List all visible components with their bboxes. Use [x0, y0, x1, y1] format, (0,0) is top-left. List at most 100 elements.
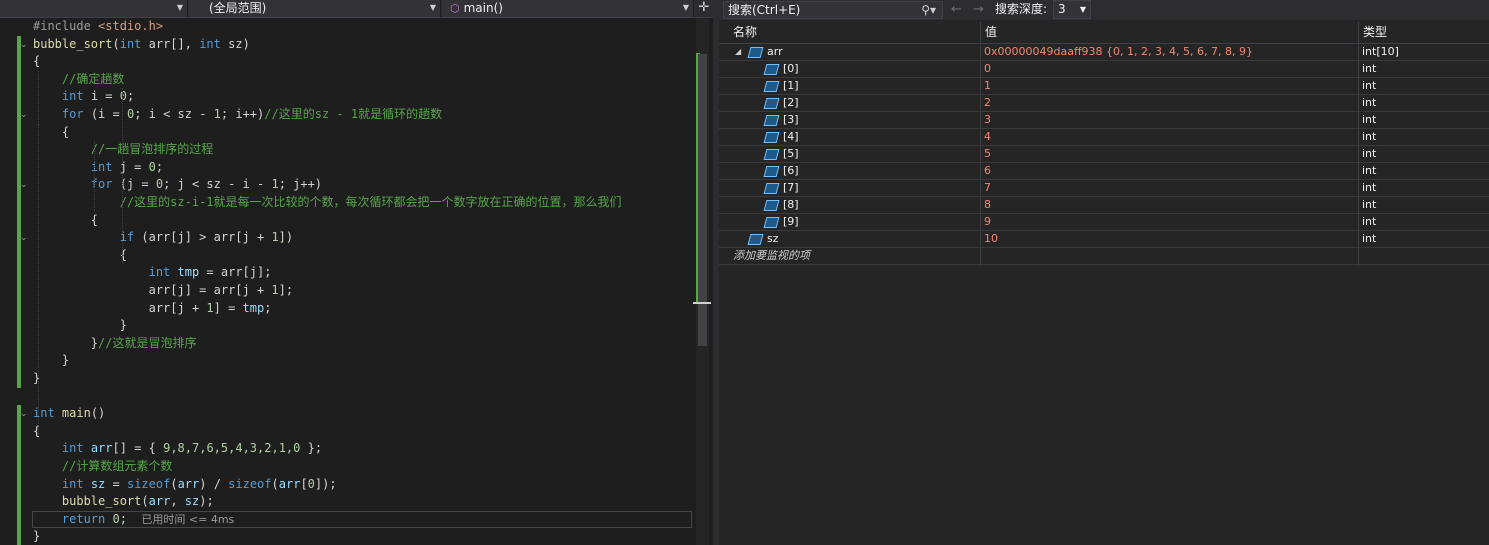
code-line[interactable]: //确定趟数 — [33, 71, 124, 88]
code-line[interactable]: for (j = 0; j < sz - i - 1; j++) — [33, 176, 322, 193]
code-line[interactable]: int tmp = arr[j]; — [33, 264, 272, 281]
watch-row[interactable]: [2] 2 int — [719, 95, 1489, 112]
code-line[interactable]: { — [33, 53, 40, 70]
watch-value[interactable]: 0 — [984, 61, 991, 77]
code-line[interactable]: bubble_sort(int arr[], int sz) — [33, 36, 250, 53]
code-line[interactable]: { — [33, 247, 127, 264]
watch-value[interactable]: 1 — [984, 78, 991, 94]
collapse-icon[interactable]: ⌄ — [20, 409, 30, 419]
code-token: j = — [112, 159, 149, 174]
collapse-icon[interactable]: ⌄ — [20, 40, 30, 50]
watch-row[interactable]: [3] 3 int — [719, 112, 1489, 129]
code-token: ] = — [213, 300, 243, 315]
watch-type: int — [1362, 164, 1377, 177]
code-token: (j = — [112, 177, 156, 192]
code-line[interactable]: if (arr[j] > arr[j + 1]) — [33, 229, 293, 246]
function-dropdown[interactable]: ⬡ main() ▼ — [442, 0, 694, 17]
code-line[interactable]: int sz = sizeof(arr) / sizeof(arr[0]); — [33, 476, 337, 493]
watch-value[interactable]: 2 — [984, 95, 991, 111]
watch-value[interactable]: 5 — [984, 146, 991, 162]
code-token: int — [61, 441, 84, 456]
code-token: ; j < sz - i - — [163, 177, 272, 192]
watch-value[interactable]: 0x00000049daaff938 {0, 1, 2, 3, 4, 5, 6,… — [984, 44, 1253, 60]
watch-toolbar: 搜索(Ctrl+E) ⚲▾ ← → 搜索深度: 3 ▼ — [719, 0, 1489, 20]
watch-row[interactable]: [7] 7 int — [719, 180, 1489, 197]
column-header-value[interactable]: 值 — [985, 22, 997, 43]
split-icon[interactable]: ✛ — [695, 0, 713, 17]
watch-value[interactable]: 9 — [984, 214, 991, 230]
code-token: ( — [271, 476, 279, 491]
code-line[interactable]: int main() — [33, 405, 105, 422]
code-token: <stdio.h> — [98, 19, 164, 33]
arrow-left-icon[interactable]: ← — [951, 1, 962, 18]
editor-vertical-scrollbar[interactable] — [693, 18, 711, 545]
add-watch-row[interactable]: 添加要监视的项 — [719, 248, 1489, 265]
collapse-icon[interactable]: ⌄ — [20, 110, 30, 120]
code-token: 1 — [213, 107, 221, 121]
collapse-icon[interactable]: ⌄ — [20, 180, 30, 190]
code-line[interactable]: } — [33, 317, 127, 334]
code-token: 1 — [271, 230, 279, 245]
code-area[interactable]: #include <stdio.h> bubble_sort(int arr[],… — [33, 18, 693, 545]
code-line[interactable]: } — [33, 370, 40, 387]
variable-icon — [763, 166, 780, 177]
search-icon[interactable]: ⚲▾ — [921, 2, 936, 18]
code-line[interactable]: int j = 0; — [33, 159, 163, 176]
variable-icon — [763, 132, 780, 143]
collapse-icon[interactable]: ⌄ — [20, 233, 30, 243]
watch-value[interactable]: 6 — [984, 163, 991, 179]
code-line[interactable]: #include <stdio.h> — [33, 18, 163, 35]
code-line[interactable]: for (i = 0; i < sz - 1; i++)//这里的sz - 1就… — [33, 106, 442, 123]
watch-value[interactable]: 3 — [984, 112, 991, 128]
column-separator[interactable] — [980, 22, 981, 266]
code-line[interactable]: //一趟冒泡排序的过程 — [33, 141, 213, 158]
search-depth-dropdown[interactable]: 3 ▼ — [1053, 0, 1091, 19]
watch-row[interactable]: [8] 8 int — [719, 197, 1489, 214]
indent-guide — [122, 88, 123, 265]
code-line[interactable]: int i = 0; — [33, 88, 134, 105]
code-line[interactable]: arr[j] = arr[j + 1]; — [33, 282, 294, 299]
watch-value[interactable]: 8 — [984, 197, 991, 213]
code-line[interactable]: { — [33, 212, 98, 229]
watch-value[interactable]: 7 — [984, 180, 991, 196]
column-header-type[interactable]: 类型 — [1363, 22, 1387, 43]
code-token: ( — [170, 476, 178, 491]
watch-row[interactable]: [6] 6 int — [719, 163, 1489, 180]
code-line[interactable]: } — [33, 528, 40, 545]
watch-value[interactable]: 4 — [984, 129, 991, 145]
code-token: { — [33, 54, 41, 69]
arrow-right-icon[interactable]: → — [973, 1, 984, 18]
watch-row[interactable]: sz 10 int — [719, 231, 1489, 248]
project-dropdown[interactable]: ▼ — [0, 0, 188, 17]
column-header-name[interactable]: 名称 — [733, 22, 757, 43]
code-token: { — [33, 212, 99, 227]
code-line[interactable]: { — [33, 423, 40, 440]
code-token: tmp — [177, 265, 200, 280]
watch-row[interactable]: [0] 0 int — [719, 61, 1489, 78]
watch-row[interactable]: [1] 1 int — [719, 78, 1489, 95]
watch-row[interactable]: ◢ arr 0x00000049daaff938 {0, 1, 2, 3, 4, 5… — [719, 44, 1489, 61]
code-line[interactable]: bubble_sort(arr, sz); — [33, 493, 214, 510]
code-token: main — [61, 406, 91, 421]
expand-arrow-icon[interactable]: ◢ — [735, 44, 741, 60]
code-line[interactable]: }//这就是冒泡排序 — [33, 335, 197, 352]
code-token: = arr[j]; — [199, 265, 272, 280]
code-token: ; j++) — [278, 177, 323, 192]
column-separator[interactable] — [1358, 22, 1359, 266]
code-line[interactable]: arr[j + 1] = tmp; — [33, 300, 272, 317]
watch-value[interactable]: 10 — [984, 231, 998, 247]
watch-row[interactable]: [5] 5 int — [719, 146, 1489, 163]
watch-row[interactable]: [4] 4 int — [719, 129, 1489, 146]
code-line[interactable]: //计算数组元素个数 — [33, 458, 172, 475]
code-token: 0 — [148, 159, 156, 174]
scope-dropdown[interactable]: (全局范围) ▼ — [189, 0, 441, 17]
watch-search-input[interactable]: 搜索(Ctrl+E) ⚲▾ — [723, 1, 943, 19]
editor-gutter: ⌄ ⌄ ⌄ ⌄ ⌄ — [0, 18, 32, 545]
code-token: int — [61, 89, 84, 104]
watch-row[interactable]: [9] 9 int — [719, 214, 1489, 231]
code-line[interactable]: int arr[] = { 9,8,7,6,5,4,3,2,1,0 }; — [33, 440, 322, 457]
code-editor[interactable]: ▼ (全局范围) ▼ ⬡ main() ▼ ✛ ⌄ ⌄ ⌄ ⌄ ⌄ #include <s… — [0, 0, 713, 545]
